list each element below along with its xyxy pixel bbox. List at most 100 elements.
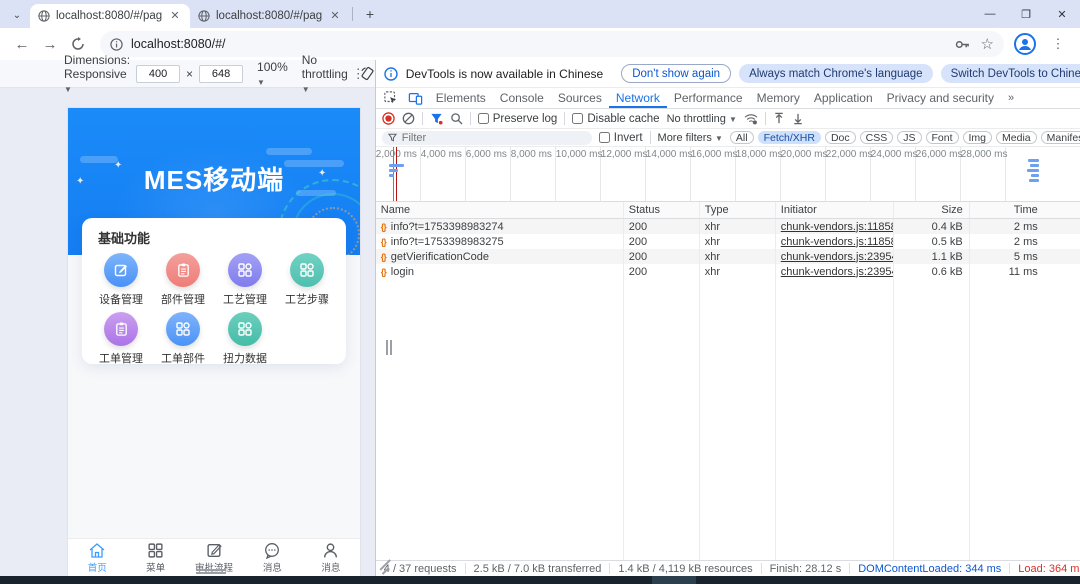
more-tabs-chevron[interactable]: »	[1003, 92, 1019, 104]
maximize-button[interactable]: ❐	[1008, 0, 1044, 28]
request-type-pill-all[interactable]: All	[729, 131, 754, 144]
request-initiator[interactable]: chunk-vendors.js:11858	[776, 219, 894, 234]
devtools-tab-performance[interactable]: Performance	[667, 88, 750, 108]
column-header-initiator[interactable]: Initiator	[776, 202, 894, 218]
tab-search-icon[interactable]: ⌄	[8, 6, 26, 24]
tabbar-item-菜单-1[interactable]: 菜单	[126, 539, 184, 576]
network-throttling-dropdown[interactable]: No throttling ▼	[667, 113, 737, 125]
devtools-tab-elements[interactable]: Elements	[429, 88, 493, 108]
request-initiator[interactable]: chunk-vendors.js:23954	[776, 264, 894, 279]
tabbar-item-消息-4[interactable]: 消息	[302, 539, 360, 576]
request-time: 2 ms	[1013, 235, 1038, 248]
initiator-link[interactable]: chunk-vendors.js:11858	[781, 221, 893, 233]
grid-item-工单部件[interactable]: 工单部件	[152, 312, 214, 366]
devtools-tab-sources[interactable]: Sources	[551, 88, 609, 108]
bookmark-star-icon[interactable]: ☆	[981, 35, 994, 53]
zoom-dropdown[interactable]: 100% ▼	[257, 60, 288, 88]
column-header-type[interactable]: Type	[700, 202, 776, 218]
request-type-pill-css[interactable]: CSS	[859, 131, 894, 144]
password-key-icon[interactable]	[954, 36, 971, 53]
network-table-header[interactable]: Name Status Type Initiator Size Time	[375, 202, 1080, 219]
network-row-login[interactable]: {} login 200 xhr chunk-vendors.js:23954 0.6 k…	[376, 264, 1080, 279]
browser-menu-kebab-icon[interactable]: ⋮	[1046, 32, 1070, 56]
profile-avatar[interactable]	[1014, 33, 1036, 55]
site-info-icon[interactable]	[110, 37, 123, 51]
initiator-link[interactable]: chunk-vendors.js:23954	[781, 251, 893, 263]
clear-icon[interactable]	[402, 112, 415, 125]
request-type-pill-media[interactable]: Media	[996, 131, 1037, 144]
tabbar-item-首页-0[interactable]: 首页	[68, 539, 126, 576]
network-conditions-icon[interactable]	[744, 113, 758, 125]
network-row-info?t=1753398983275[interactable]: {} info?t=1753398983275 200 xhr chunk-vendor…	[376, 234, 1080, 249]
minimize-button[interactable]: —	[972, 0, 1008, 28]
devtools-tab-privacy-and-security[interactable]: Privacy and security	[880, 88, 1001, 108]
infobar-button-1[interactable]: Don't show again	[621, 64, 732, 83]
request-type-pill-fetch-xhr[interactable]: Fetch/XHR	[757, 131, 821, 144]
devtools-tab-console[interactable]: Console	[493, 88, 551, 108]
close-button[interactable]: ✕	[1044, 0, 1080, 28]
column-header-size[interactable]: Size	[894, 202, 970, 218]
viewport-width-input[interactable]	[136, 64, 181, 83]
preserve-log-checkbox[interactable]: Preserve log	[477, 113, 557, 125]
more-filters-dropdown[interactable]: More filters ▼	[658, 132, 723, 144]
viewport-corner-resize-handle[interactable]	[378, 559, 391, 576]
grid-item-扭力数据[interactable]: 扭力数据	[214, 312, 276, 366]
viewport-bottom-resize-handle[interactable]	[196, 569, 226, 574]
import-har-icon[interactable]	[773, 112, 785, 125]
request-name-cell[interactable]: {} info?t=1753398983275	[376, 234, 624, 249]
viewport-height-input[interactable]	[199, 64, 244, 83]
invert-checkbox[interactable]: Invert	[598, 132, 643, 144]
request-type-pill-font[interactable]: Font	[925, 131, 959, 144]
request-type-pill-manifest[interactable]: Manifest	[1040, 131, 1080, 144]
grid-item-部件管理[interactable]: 部件管理	[152, 253, 214, 307]
column-header-name[interactable]: Name	[376, 202, 624, 218]
request-name-cell[interactable]: {} info?t=1753398983274	[376, 219, 624, 234]
network-overview-timeline[interactable]: 2,000 ms 4,000 ms 6,000 ms 8,000 ms 10,000 m…	[375, 147, 1080, 202]
filter-input[interactable]	[381, 130, 592, 145]
record-icon[interactable]	[382, 112, 395, 125]
address-bar[interactable]: localhost:8080/#/ ☆	[100, 31, 1004, 57]
url-text[interactable]: localhost:8080/#/	[131, 37, 226, 51]
request-name-cell[interactable]: {} login	[376, 264, 624, 279]
request-type-pill-js[interactable]: JS	[897, 131, 922, 144]
request-name-cell[interactable]: {} getVierificationCode	[376, 249, 624, 264]
tab-close-icon[interactable]: ✕	[168, 9, 182, 23]
timeline-tick: 8,000 ms	[511, 147, 556, 201]
grid-item-工艺步骤[interactable]: 工艺步骤	[276, 253, 338, 307]
inspect-element-icon[interactable]	[380, 91, 402, 105]
network-row-getVierificationCode[interactable]: {} getVierificationCode 200 xhr chunk-vendor…	[375, 249, 1080, 264]
grid-item-工艺管理[interactable]: 工艺管理	[214, 253, 276, 307]
devtools-tab-bar: Elements Console Sources Network Performance…	[375, 88, 1080, 109]
tab-close-icon[interactable]: ✕	[328, 9, 342, 23]
network-row-info?t=1753398983274[interactable]: {} info?t=1753398983274 200 xhr chunk-vendor…	[375, 219, 1080, 234]
forward-icon[interactable]: →	[38, 32, 62, 56]
browser-tab-2[interactable]: localhost:8080/#/pages/men ✕	[190, 4, 350, 28]
filter-icon[interactable]	[430, 112, 443, 125]
infobar-button-2[interactable]: Always match Chrome's language	[739, 64, 933, 83]
initiator-link[interactable]: chunk-vendors.js:11858	[781, 236, 893, 248]
disable-cache-checkbox[interactable]: Disable cache	[572, 113, 660, 125]
timeline-tick: 10,000 ms	[556, 147, 602, 201]
grid-item-工单管理[interactable]: 工单管理	[90, 312, 152, 366]
browser-tab-1[interactable]: localhost:8080/#/pages/logi ✕	[30, 4, 190, 28]
devtools-tab-application[interactable]: Application	[807, 88, 880, 108]
search-icon[interactable]	[450, 112, 463, 125]
export-har-icon[interactable]	[792, 112, 804, 125]
column-header-status[interactable]: Status	[624, 202, 700, 218]
new-tab-button[interactable]: +	[359, 3, 381, 25]
request-type-pill-doc[interactable]: Doc	[824, 131, 856, 144]
grid-item-设备管理[interactable]: 设备管理	[90, 253, 152, 307]
request-type-pill-img[interactable]: Img	[962, 131, 993, 144]
infobar-button-3[interactable]: Switch DevTools to Chinese	[940, 64, 1080, 83]
request-initiator[interactable]: chunk-vendors.js:11858	[776, 234, 894, 249]
tabbar-item-消息-3[interactable]: 消息	[243, 539, 301, 576]
timeline-tick: 26,000 ms	[916, 147, 962, 201]
device-toolbar-kebab-icon[interactable]: ⋮	[352, 66, 365, 82]
column-header-time[interactable]: Time	[970, 202, 1044, 218]
toggle-device-toolbar-icon[interactable]	[404, 91, 427, 105]
devtools-tab-network[interactable]: Network	[609, 88, 667, 108]
initiator-link[interactable]: chunk-vendors.js:23954	[781, 266, 893, 278]
devtools-tab-memory[interactable]: Memory	[750, 88, 807, 108]
request-initiator[interactable]: chunk-vendors.js:23954	[776, 249, 894, 264]
back-icon[interactable]: ←	[10, 32, 34, 56]
